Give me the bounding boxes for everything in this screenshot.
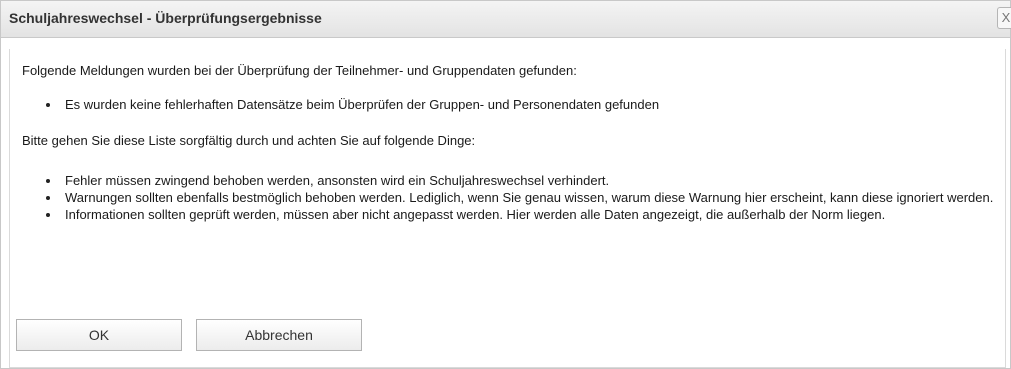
dialog-titlebar[interactable]: Schuljahreswechsel - Überprüfungsergebni… xyxy=(1,1,1011,38)
instructions-text: Bitte gehen Sie diese Liste sorgfältig d… xyxy=(22,133,476,148)
review-results-dialog: Schuljahreswechsel - Überprüfungsergebni… xyxy=(0,0,1011,369)
ok-button[interactable]: OK xyxy=(16,319,182,351)
dialog-content: Folgende Meldungen wurden bei der Überpr… xyxy=(9,49,1006,305)
dialog-footer: OK Abbrechen xyxy=(9,305,1006,368)
intro-text: Folgende Meldungen wurden bei der Überpr… xyxy=(22,63,577,78)
findings-list: Es wurden keine fehlerhaften Datensätze … xyxy=(46,97,985,113)
dialog-title: Schuljahreswechsel - Überprüfungsergebni… xyxy=(9,10,322,26)
close-icon[interactable]: X xyxy=(997,7,1011,29)
rules-list: Fehler müssen zwingend behoben werden, a… xyxy=(46,173,995,224)
rule-item-warnings: Warnungen sollten ebenfalls bestmöglich … xyxy=(46,190,994,205)
rule-item-information: Informationen sollten geprüft werden, mü… xyxy=(46,207,995,223)
finding-item: Es wurden keine fehlerhaften Datensätze … xyxy=(46,97,985,113)
rule-item-errors: Fehler müssen zwingend behoben werden, a… xyxy=(46,173,995,189)
cancel-button[interactable]: Abbrechen xyxy=(196,319,362,351)
